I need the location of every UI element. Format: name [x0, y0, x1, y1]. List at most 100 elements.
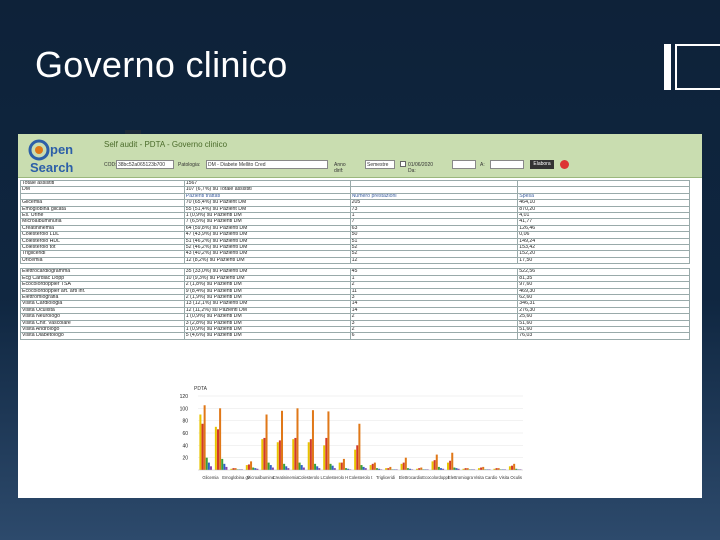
bar [439, 468, 443, 470]
anno-select[interactable]: Semestre [365, 160, 395, 169]
bar [406, 468, 409, 470]
bar [513, 463, 516, 470]
bar [245, 465, 248, 470]
bar [250, 461, 253, 470]
x-tick-label: Microalbuminu [247, 475, 275, 480]
bar [199, 414, 202, 470]
bar [261, 439, 264, 470]
bar [314, 463, 317, 470]
bar [387, 468, 390, 470]
bar [216, 429, 219, 470]
anno-label: Anno dirif: [334, 162, 346, 174]
bar [307, 442, 310, 470]
bar [435, 454, 438, 470]
bar-chart: 120 100 80 60 40 20 Glicemia Emoglobina glMicro… [180, 394, 523, 480]
bar [287, 468, 290, 470]
bar [371, 463, 374, 470]
table-cell: Visita Diabetologo [20, 332, 185, 340]
y-tick-label: 20 [182, 456, 188, 462]
y-tick-label: 80 [182, 419, 188, 425]
chart-area: PDTA 120 100 80 60 40 20 Glicemia Emoglobina gl… [18, 384, 702, 498]
bar [329, 463, 332, 470]
bar [316, 466, 319, 470]
bar [354, 449, 357, 470]
bar [294, 437, 297, 470]
bar [223, 463, 226, 470]
bar [247, 464, 250, 470]
bar [327, 411, 330, 470]
bar [497, 468, 500, 470]
svg-text:pen: pen [50, 142, 73, 157]
bar [283, 463, 286, 470]
bar [214, 426, 217, 470]
patologia-select[interactable]: DM - Diabete Mellito Cred [206, 160, 328, 169]
open-search-logo: pen Search [28, 139, 73, 175]
x-tick-label: Colesterolo L [298, 475, 323, 480]
bar [342, 458, 345, 470]
bar [232, 468, 235, 470]
bar [309, 439, 312, 470]
bar [278, 440, 281, 470]
bar [269, 465, 272, 470]
bar [418, 468, 421, 470]
bar [281, 410, 284, 470]
bar [389, 466, 392, 470]
bar [433, 460, 436, 470]
bar [323, 445, 326, 470]
bar [285, 466, 288, 470]
x-tick-label: Visita Oculis [499, 475, 522, 480]
x-tick-label: Emoglobina gl [222, 475, 249, 480]
bar [420, 467, 423, 470]
decorative-bar [664, 44, 671, 90]
patologia-label: Patologia: [178, 162, 201, 168]
bar [221, 458, 224, 470]
date-from-input[interactable] [452, 160, 476, 169]
x-tick-label: Colesterolo t [349, 475, 373, 480]
bar [356, 445, 359, 470]
x-tick-label: Elettrocardio [399, 475, 423, 480]
app-header: pen Search Self audit - PDTA - Governo c… [18, 134, 702, 178]
slide-title: Governo clinico [35, 44, 288, 85]
bar [404, 457, 407, 470]
date-to-input[interactable] [490, 160, 524, 169]
y-tick-label: 60 [182, 431, 188, 437]
bar [449, 460, 452, 470]
bar [252, 467, 255, 470]
app-title: Self audit - PDTA - Governo clinico [104, 140, 228, 149]
elabora-button[interactable]: Elabora [530, 160, 554, 169]
bar [358, 423, 361, 470]
bar [400, 463, 403, 470]
bar [318, 468, 321, 470]
decorative-frame [675, 44, 720, 90]
x-tick-label: Colesterolo H [323, 475, 348, 480]
table-cell: 5 (4,6%) su Pazienti DM [183, 332, 351, 340]
svg-text:Search: Search [30, 160, 73, 175]
x-tick-label: Ecocolordoppl [422, 475, 449, 480]
bar [437, 466, 440, 470]
bar [345, 468, 348, 470]
cod-label: COD: [104, 162, 117, 168]
bar [508, 466, 511, 470]
bar [431, 461, 434, 470]
bar [296, 408, 299, 470]
y-tick-label: 120 [180, 394, 189, 400]
table-cell: 6 [349, 332, 519, 340]
bar [495, 468, 498, 470]
data-table: Totale assistiti 1567 DM 107 (6,7%) su Tota… [20, 179, 690, 340]
table-cell: 76,03 [517, 332, 690, 340]
bar [333, 468, 336, 470]
table-row: Visita Diabetologo 5 (4,6%) su Pazienti D… [20, 332, 690, 340]
bar [300, 465, 303, 470]
x-tick-label: Trigliceridi [376, 475, 395, 480]
bar [276, 442, 279, 470]
date-checkbox[interactable] [400, 161, 406, 167]
x-tick-label: Visita Cardio [474, 475, 498, 480]
bar [338, 462, 341, 470]
bar [292, 439, 295, 470]
cod-input[interactable]: 38bc52a065123b700 [116, 160, 174, 169]
bar [325, 437, 328, 470]
date-from-label: 01/06/2020 Da: [408, 162, 434, 174]
bar [402, 462, 405, 470]
y-tick-label: 100 [180, 406, 189, 412]
help-icon[interactable] [560, 160, 569, 169]
